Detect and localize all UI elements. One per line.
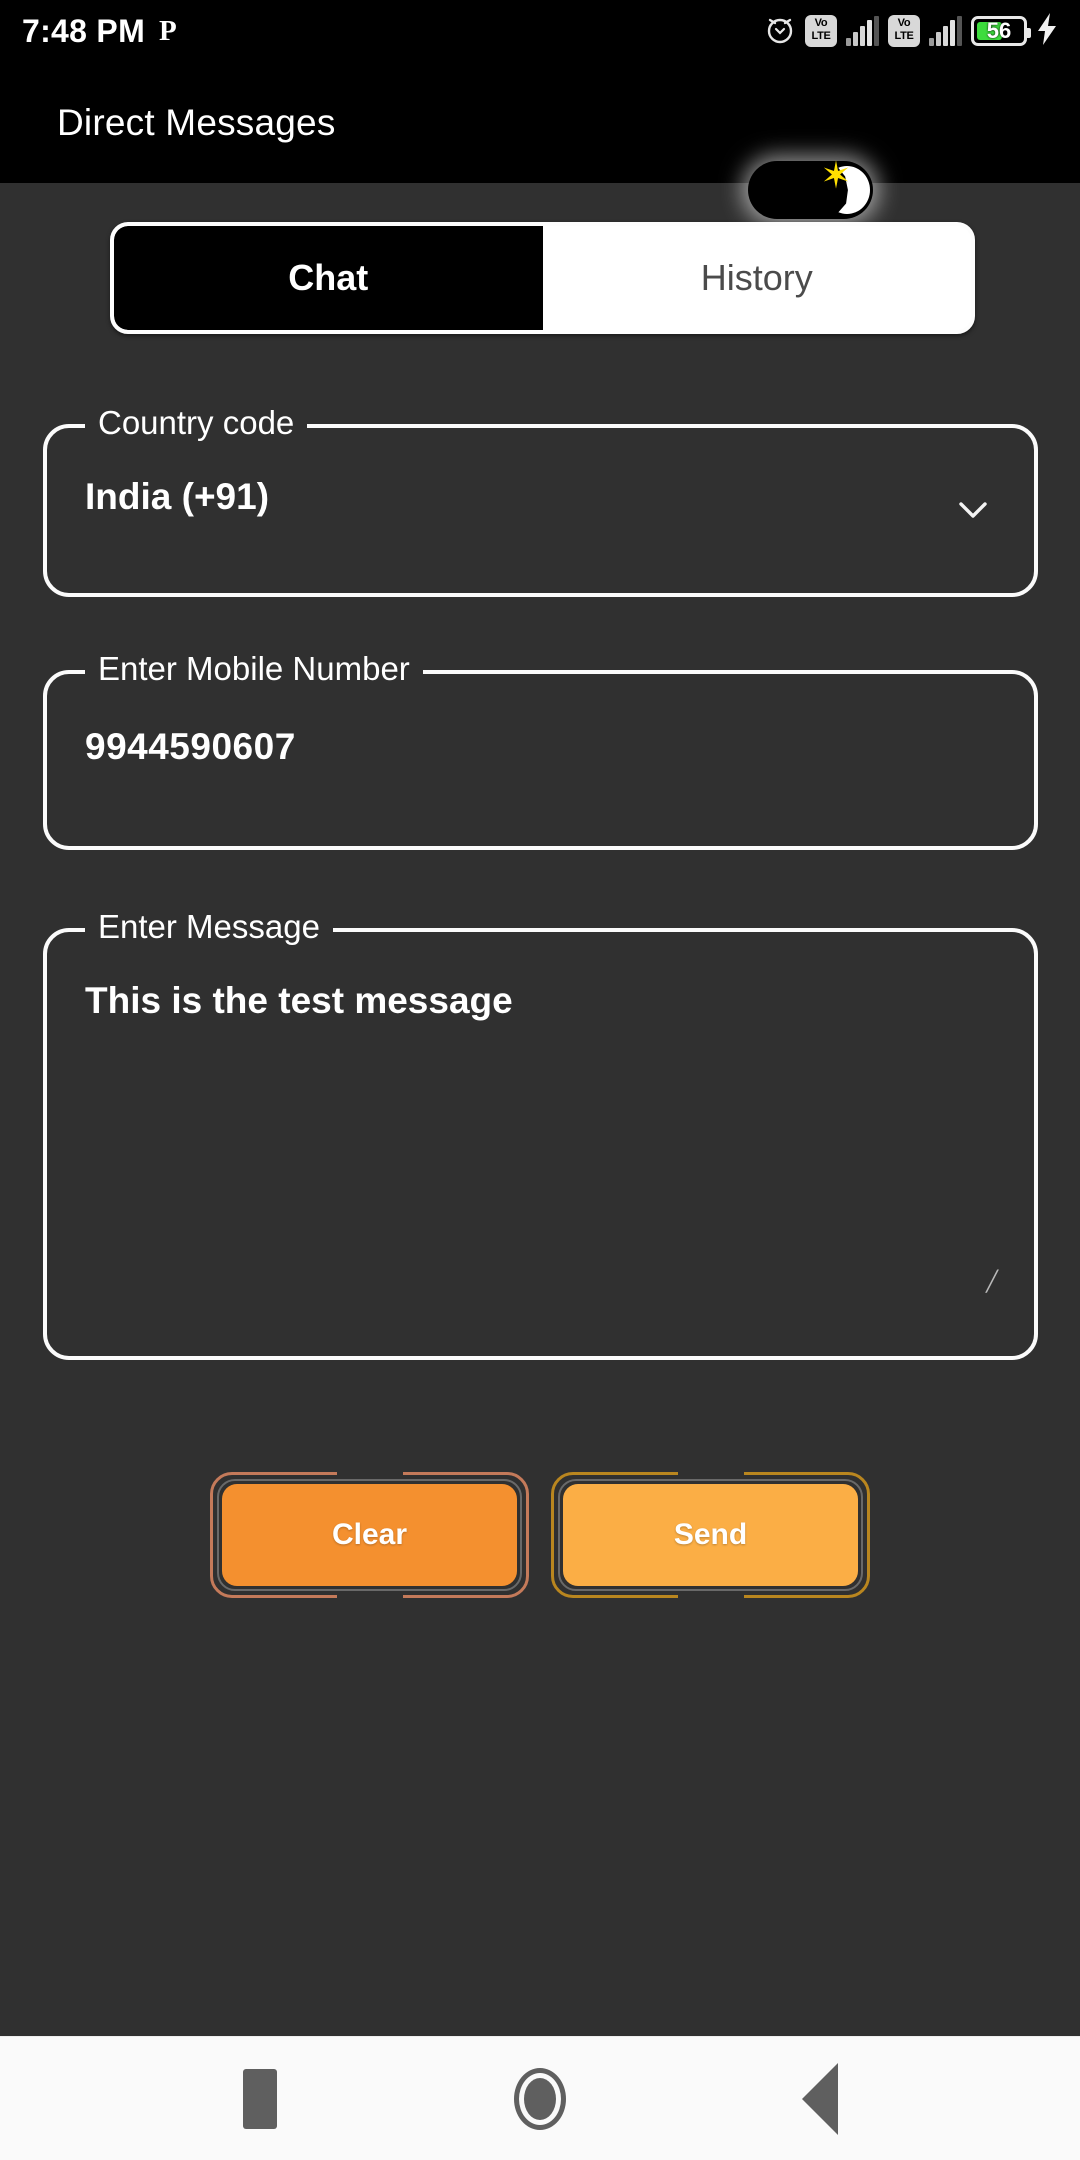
toggle-thumb: ✶ (818, 157, 870, 216)
action-button-row: Clear Send (210, 1470, 870, 1600)
status-clock: 7:48 PM (22, 12, 146, 49)
signal-bars-icon (929, 16, 962, 46)
page-title: Direct Messages (57, 101, 336, 143)
volte-bottom-label: LTE (894, 30, 914, 42)
signal-bars-icon (846, 16, 879, 46)
frame-notch-top (336, 1470, 403, 1477)
recent-apps-icon (243, 2068, 277, 2129)
home-circle-icon (514, 2067, 566, 2130)
system-navigation-bar (0, 2036, 1080, 2160)
send-button[interactable]: Send (563, 1484, 858, 1586)
country-code-value: India (+91) (85, 476, 270, 517)
tab-history[interactable]: History (542, 226, 971, 330)
frame-notch-top (677, 1470, 744, 1477)
volte-bottom-label: LTE (811, 30, 831, 42)
clear-button[interactable]: Clear (222, 1484, 517, 1586)
nav-back-button[interactable] (760, 2037, 880, 2160)
app-notification-icon: P (159, 14, 177, 47)
dark-mode-toggle[interactable]: ✶ (748, 157, 873, 219)
alarm-icon (764, 13, 796, 50)
status-bar-right: Vo LTE Vo LTE 56 (764, 12, 1058, 50)
chevron-down-icon[interactable] (953, 490, 993, 530)
app-header: Direct Messages ✶ (0, 62, 1080, 219)
volte-top-label: Vo (897, 17, 911, 29)
mobile-number-value[interactable]: 9944590607 (85, 726, 296, 768)
country-code-label: Country code (85, 404, 308, 442)
status-bar: 7:48 PM P Vo LTE Vo LTE 56 (0, 0, 1080, 62)
phone-screen: 7:48 PM P Vo LTE Vo LTE 56 Direct Messag… (0, 0, 1080, 2160)
tab-chat[interactable]: Chat (114, 226, 543, 330)
battery-percent-label: 56 (986, 18, 1012, 43)
frame-notch-bottom (677, 1593, 744, 1600)
nav-home-button[interactable] (480, 2037, 600, 2160)
message-textarea[interactable]: Enter Message This is the test message ╱ (43, 908, 1038, 1360)
frame-notch-bottom (336, 1593, 403, 1600)
send-button-frame: Send (551, 1470, 870, 1600)
country-code-dropdown[interactable]: Country code India (+91) (43, 404, 1038, 597)
mobile-number-input[interactable]: Enter Mobile Number 9944590607 (43, 650, 1038, 850)
message-value[interactable]: This is the test message (85, 980, 513, 1022)
clear-button-frame: Clear (210, 1470, 529, 1600)
tab-switcher: Chat History (110, 222, 975, 334)
resize-handle-icon[interactable]: ╱ (986, 1271, 1008, 1293)
volte-top-label: Vo (814, 17, 828, 29)
charging-bolt-icon (1036, 12, 1058, 50)
volte-icon: Vo LTE (888, 15, 920, 47)
message-label: Enter Message (85, 908, 333, 946)
sun-star-icon: ✶ (820, 155, 852, 196)
battery-icon: 56 (971, 16, 1031, 46)
back-triangle-icon (802, 2062, 838, 2135)
mobile-number-label: Enter Mobile Number (85, 650, 423, 688)
volte-icon: Vo LTE (805, 15, 837, 47)
status-bar-left: 7:48 PM P (22, 13, 177, 50)
nav-recent-apps-button[interactable] (200, 2037, 320, 2160)
